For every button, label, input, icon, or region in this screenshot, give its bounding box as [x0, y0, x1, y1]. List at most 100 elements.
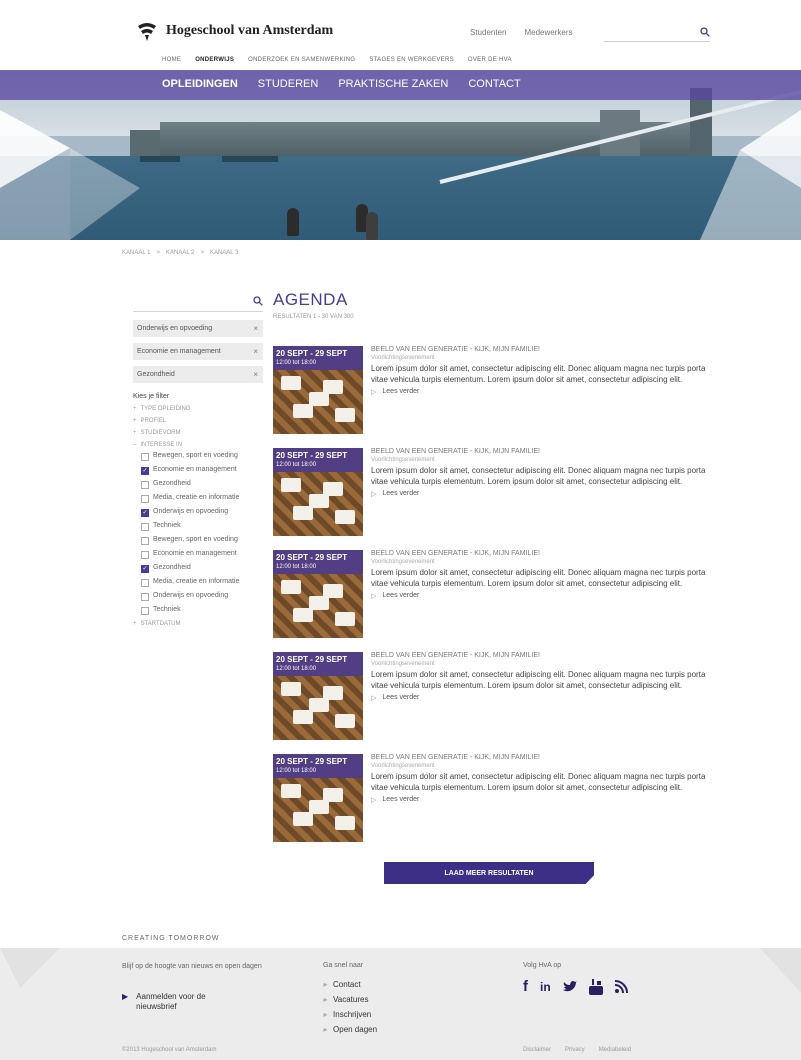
event-thumbnail[interactable]: 20 SEPT - 29 SEPT 12:00 tot 18:00: [273, 550, 363, 638]
remove-filter-icon[interactable]: ×: [253, 324, 258, 334]
checkbox-empty-icon[interactable]: [141, 579, 149, 588]
subnav-praktische-zaken[interactable]: PRAKTISCHE ZAKEN: [338, 78, 448, 90]
event-thumbnail[interactable]: 20 SEPT - 29 SEPT 12:00 tot 18:00: [273, 754, 363, 842]
breadcrumb-item[interactable]: KANAAL 2: [166, 250, 194, 256]
interest-checkbox[interactable]: Bewegen, sport en voeding: [141, 536, 263, 546]
checkbox-empty-icon[interactable]: [141, 453, 149, 462]
filter-group-profiel[interactable]: + PROFIEL: [133, 418, 263, 424]
read-more-label: Lees verder: [382, 694, 420, 702]
agenda-item[interactable]: 20 SEPT - 29 SEPT 12:00 tot 18:00 BEELD VA…: [273, 652, 713, 742]
event-title[interactable]: BEELD VAN EEN GENERATIE - KIJK, MIJN FAM…: [371, 652, 711, 659]
interest-checkbox[interactable]: ✓ Economie en management: [141, 466, 263, 476]
agenda-item[interactable]: 20 SEPT - 29 SEPT 12:00 tot 18:00 BEELD VA…: [273, 448, 713, 538]
filter-group-interesse[interactable]: – INTERESSE IN: [133, 442, 263, 448]
top-link-medewerkers[interactable]: Medewerkers: [524, 28, 572, 37]
checkbox-empty-icon[interactable]: [141, 593, 149, 602]
read-more-link[interactable]: ▷ Lees verder: [371, 388, 711, 396]
checkbox-empty-icon[interactable]: [141, 537, 149, 546]
facebook-icon[interactable]: f: [523, 978, 528, 995]
read-more-link[interactable]: ▷ Lees verder: [371, 694, 711, 702]
event-thumbnail[interactable]: 20 SEPT - 29 SEPT 12:00 tot 18:00: [273, 652, 363, 740]
search-icon[interactable]: [253, 295, 263, 306]
event-description: Lorem ipsum dolor sit amet, consectetur …: [371, 466, 706, 486]
newsletter-link[interactable]: ▶ Aanmelden voor de nieuwsbrief: [122, 992, 226, 1012]
mainnav-home[interactable]: HOME: [162, 57, 181, 63]
rss-icon[interactable]: [614, 980, 628, 993]
interest-checkbox[interactable]: Bewegen, sport en voeding: [141, 452, 263, 462]
footer-decor: [0, 948, 801, 993]
agenda-item[interactable]: 20 SEPT - 29 SEPT 12:00 tot 18:00 BEELD VA…: [273, 754, 713, 844]
mainnav-onderwijs[interactable]: ONDERWIJS: [195, 57, 234, 63]
subnav-opleidingen[interactable]: OPLEIDINGEN: [162, 78, 238, 90]
event-title[interactable]: BEELD VAN EEN GENERATIE - KIJK, MIJN FAM…: [371, 448, 711, 455]
top-link-studenten[interactable]: Studenten: [470, 28, 506, 37]
event-thumbnail[interactable]: 20 SEPT - 29 SEPT 12:00 tot 18:00: [273, 346, 363, 434]
event-type: Voorlichtingsevenement: [371, 763, 435, 769]
event-title[interactable]: BEELD VAN EEN GENERATIE - KIJK, MIJN FAM…: [371, 754, 711, 761]
site-header: Hogeschool van Amsterdam Studenten Medew…: [0, 0, 801, 70]
legal-privacy[interactable]: Privacy: [565, 1047, 585, 1053]
checkbox-checked-icon[interactable]: ✓: [141, 509, 149, 518]
read-more-link[interactable]: ▷ Lees verder: [371, 796, 711, 804]
mainnav-over[interactable]: OVER DE HVA: [468, 57, 512, 63]
filter-group-studievorm[interactable]: + STUDIEVORM: [133, 430, 263, 436]
read-more-link[interactable]: ▷ Lees verder: [371, 490, 711, 498]
event-thumbnail[interactable]: 20 SEPT - 29 SEPT 12:00 tot 18:00: [273, 448, 363, 536]
interest-checkbox[interactable]: Techniek: [141, 606, 263, 616]
mainnav-onderzoek[interactable]: ONDERZOEK EN SAMENWERKING: [248, 57, 355, 63]
checkbox-empty-icon[interactable]: [141, 481, 149, 490]
logo[interactable]: Hogeschool van Amsterdam: [136, 20, 333, 42]
filter-group-type[interactable]: + TYPE OPLEIDING: [133, 406, 263, 412]
event-type: Voorlichtingsevenement: [371, 559, 435, 565]
agenda-item[interactable]: 20 SEPT - 29 SEPT 12:00 tot 18:00 BEELD VA…: [273, 550, 713, 640]
event-title[interactable]: BEELD VAN EEN GENERATIE - KIJK, MIJN FAM…: [371, 346, 711, 353]
read-more-link[interactable]: ▷ Lees verder: [371, 592, 711, 600]
event-type: Voorlichtingsevenement: [371, 661, 435, 667]
legal-mediabeleid[interactable]: Mediabeleid: [599, 1047, 631, 1053]
interest-checkbox[interactable]: ✓ Gezondheid: [141, 564, 263, 574]
remove-filter-icon[interactable]: ×: [253, 347, 258, 357]
linkedin-icon[interactable]: in: [540, 980, 551, 994]
interest-checkbox[interactable]: Onderwijs en opvoeding: [141, 592, 263, 602]
interest-checkbox[interactable]: Economie en management: [141, 550, 263, 560]
checkbox-empty-icon[interactable]: [141, 523, 149, 532]
youtube-icon[interactable]: [588, 978, 603, 995]
arrow-right-icon: ▷: [371, 797, 377, 805]
interest-checkbox[interactable]: Techniek: [141, 522, 263, 532]
twitter-icon[interactable]: [562, 980, 577, 993]
interest-checkbox[interactable]: Gezondheid: [141, 480, 263, 490]
event-title[interactable]: BEELD VAN EEN GENERATIE - KIJK, MIJN FAM…: [371, 550, 711, 557]
breadcrumb-item[interactable]: KANAAL 1: [122, 250, 150, 256]
subnav-contact[interactable]: CONTACT: [468, 78, 520, 90]
checkbox-checked-icon[interactable]: ✓: [141, 467, 149, 476]
interest-checkbox[interactable]: Media, creatie en informatie: [141, 578, 263, 588]
checkbox-checked-icon[interactable]: ✓: [141, 565, 149, 574]
footer-link-contact[interactable]: ▸ Contact: [323, 980, 377, 989]
legal-disclaimer[interactable]: Disclaimer: [523, 1047, 551, 1053]
read-more-label: Lees verder: [382, 592, 420, 600]
footer-link-open-dagen[interactable]: ▸ Open dagen: [323, 1025, 377, 1034]
agenda-item[interactable]: 20 SEPT - 29 SEPT 12:00 tot 18:00 BEELD VA…: [273, 346, 713, 436]
expand-icon: +: [133, 621, 137, 628]
load-more-button[interactable]: LAAD MEER RESULTATEN: [384, 862, 594, 884]
checkbox-empty-icon[interactable]: [141, 607, 149, 616]
results-count: RESULTATEN 1 - 30 VAN 300: [273, 314, 354, 320]
interest-checkbox[interactable]: ✓ Onderwijs en opvoeding: [141, 508, 263, 518]
remove-filter-icon[interactable]: ×: [253, 370, 258, 380]
breadcrumb-item[interactable]: KANAAL 3: [210, 250, 238, 256]
search-icon[interactable]: [700, 26, 710, 37]
active-filter-label: Economie en management: [137, 348, 221, 356]
filter-group-startdatum[interactable]: + STARTDATUM: [133, 621, 263, 627]
checkbox-empty-icon[interactable]: [141, 495, 149, 504]
checkbox-empty-icon[interactable]: [141, 551, 149, 560]
footer-link-inschrijven[interactable]: ▸ Inschrijven: [323, 1010, 377, 1019]
mainnav-stages[interactable]: STAGES EN WERKGEVERS: [369, 57, 454, 63]
header-search-input[interactable]: [604, 22, 710, 42]
footer-link-vacatures[interactable]: ▸ Vacatures: [323, 995, 377, 1004]
subnav-studeren[interactable]: STUDEREN: [258, 78, 319, 90]
newsletter-label: Aanmelden voor de nieuwsbrief: [136, 992, 206, 1011]
sidebar-search-input[interactable]: [133, 290, 263, 312]
expand-icon: +: [133, 406, 137, 413]
interest-checkbox[interactable]: Media, creatie en informatie: [141, 494, 263, 504]
bullet-icon: ▸: [323, 1010, 328, 1019]
